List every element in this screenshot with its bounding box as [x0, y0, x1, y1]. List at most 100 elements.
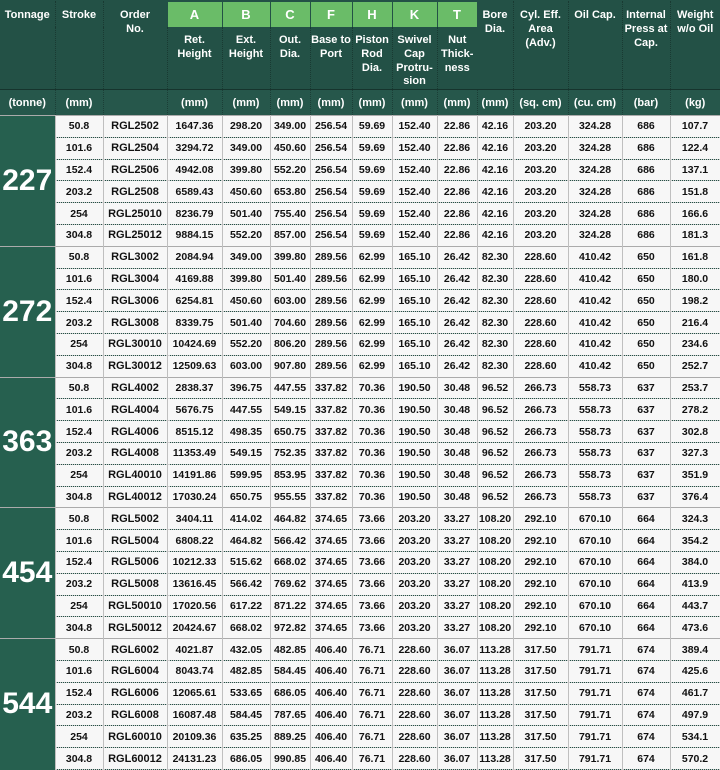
weight-cell: 497.9: [670, 704, 720, 727]
dim-f-base-to-port-cell: 289.56: [310, 245, 353, 269]
dim-a-ret-height-cell: 2838.37: [167, 376, 223, 400]
tonnage-group-cell: 544: [0, 638, 56, 770]
dim-a-ret-height-cell: 1647.36: [167, 115, 223, 138]
dim-t-nut-thickness-cell: 22.86: [437, 137, 478, 160]
bore-dia-cell: 113.28: [477, 725, 514, 749]
dim-b-ext-height-cell: 349.00: [222, 137, 271, 160]
dim-t-nut-thickness-cell: 26.42: [437, 333, 478, 356]
cyl-eff-area-cell: 317.50: [513, 704, 569, 727]
oil-cap-cell: 410.42: [568, 311, 623, 334]
weight-cell: 354.2: [670, 529, 720, 552]
weight-cell: 122.4: [670, 137, 720, 160]
dim-c-out-dia-cell: 686.05: [270, 682, 311, 705]
bore-dia-cell: 108.20: [477, 529, 514, 552]
dim-t-nut-thickness-cell: 36.07: [437, 747, 478, 770]
order-no-cell: RGL3002: [103, 245, 168, 269]
dim-c-out-dia-cell: 972.82: [270, 616, 311, 640]
stroke-cell: 254: [55, 595, 104, 618]
dim-c-out-dia-cell: 806.20: [270, 333, 311, 356]
internal-press-cell: 664: [622, 529, 671, 552]
dim-a-ret-height-cell: 14191.86: [167, 464, 223, 487]
oil-cap-cell: 791.71: [568, 747, 623, 770]
order-no-cell: RGL25012: [103, 224, 168, 247]
dim-c-out-dia-cell: 650.75: [270, 420, 311, 443]
weight-cell: 473.6: [670, 616, 720, 640]
oil-cap-cell: 410.42: [568, 245, 623, 269]
oil-cap-cell: 558.73: [568, 442, 623, 465]
table-row: 152.4 RGL4006 8515.12 498.35 650.75 337.82 70.…: [0, 420, 720, 443]
dim-c-out-dia-cell: 450.60: [270, 137, 311, 160]
weight-cell: 252.7: [670, 355, 720, 378]
dim-f-base-to-port-cell: 374.65: [310, 551, 353, 574]
oil-cap-cell: 791.71: [568, 682, 623, 705]
dim-h-piston-rod-dia-cell: 62.99: [352, 355, 393, 378]
dim-h-piston-rod-dia-cell: 59.69: [352, 137, 393, 160]
cyl-eff-area-cell: 317.50: [513, 660, 569, 683]
table-row: 544 50.8 RGL6002 4021.87 432.05 482.85 406.40 7…: [0, 638, 720, 770]
dim-c-out-dia-cell: 990.85: [270, 747, 311, 770]
dim-b-ext-height-cell: 414.02: [222, 507, 271, 531]
dim-b-ext-height-cell: 599.95: [222, 464, 271, 487]
table-row: 304.8 RGL60012 24131.23 686.05 990.85 406.40 7…: [0, 747, 720, 770]
dim-k-swivel-cap-protrusion-cell: 165.10: [392, 268, 438, 291]
order-no-cell: RGL30012: [103, 355, 168, 378]
order-no-cell: RGL5004: [103, 529, 168, 552]
dim-c-out-dia-cell: 549.15: [270, 398, 311, 422]
dim-k-swivel-cap-protrusion-cell: 228.60: [392, 660, 438, 683]
stroke-cell: 50.8: [55, 115, 104, 138]
bore-dia-cell: 113.28: [477, 682, 514, 705]
weight-cell: 181.3: [670, 224, 720, 247]
dim-b-ext-height-cell: 501.40: [222, 202, 271, 225]
dim-f-base-to-port-cell: 289.56: [310, 311, 353, 334]
dim-c-out-dia-cell: 857.00: [270, 224, 311, 247]
order-no-cell: RGL3008: [103, 311, 168, 334]
dim-h-piston-rod-dia-cell: 76.71: [352, 682, 393, 705]
unit-weight: (kg): [670, 89, 720, 116]
unit-order-no: [103, 89, 168, 116]
col-letter-k: K: [391, 0, 438, 27]
dim-t-nut-thickness-cell: 22.86: [437, 224, 478, 247]
dim-k-swivel-cap-protrusion-cell: 190.50: [392, 464, 438, 487]
dim-t-nut-thickness-cell: 26.42: [437, 245, 478, 269]
dim-b-ext-height-cell: 482.85: [222, 660, 271, 683]
stroke-cell: 203.2: [55, 704, 104, 727]
dim-h-piston-rod-dia-cell: 70.36: [352, 442, 393, 465]
weight-cell: 443.7: [670, 595, 720, 618]
cyl-eff-area-cell: 317.50: [513, 725, 569, 749]
internal-press-cell: 674: [622, 725, 671, 749]
unit-dim-t: (mm): [437, 89, 478, 116]
dim-c-out-dia-cell: 704.60: [270, 311, 311, 334]
bore-dia-cell: 82.30: [477, 333, 514, 356]
col-header-order-no: Order No.: [103, 1, 168, 90]
dim-f-base-to-port-cell: 374.65: [310, 573, 353, 596]
dim-a-ret-height-cell: 4942.08: [167, 159, 223, 182]
internal-press-cell: 650: [622, 289, 671, 313]
dim-a-ret-height-cell: 13616.45: [167, 573, 223, 596]
table-row: 254 RGL60010 20109.36 635.25 889.25 406.40 76.…: [0, 725, 720, 749]
internal-press-cell: 664: [622, 595, 671, 618]
dim-f-base-to-port-cell: 256.54: [310, 202, 353, 225]
table-row: 304.8 RGL30012 12509.63 603.00 907.80 289.56 6…: [0, 355, 720, 378]
col-desc-piston-rod-dia: Piston Rod Dia.: [352, 27, 393, 90]
cylinder-spec-table-page: Tonnage Stroke Order No. A B C F H K T B…: [0, 0, 720, 770]
weight-cell: 570.2: [670, 747, 720, 770]
internal-press-cell: 674: [622, 747, 671, 770]
spec-table: Tonnage Stroke Order No. A B C F H K T B…: [0, 0, 720, 770]
cyl-eff-area-cell: 317.50: [513, 638, 569, 661]
weight-cell: 166.6: [670, 202, 720, 225]
table-row: 203.2 RGL3008 8339.75 501.40 704.60 289.56 62.…: [0, 311, 720, 334]
table-row: 101.6 RGL3004 4169.88 399.80 501.40 289.56 62.…: [0, 268, 720, 291]
dim-c-out-dia-cell: 889.25: [270, 725, 311, 749]
dim-h-piston-rod-dia-cell: 70.36: [352, 376, 393, 400]
header-units-row: (tonne) (mm) (mm) (mm) (mm) (mm) (mm) (m…: [0, 89, 720, 116]
col-desc-out-dia: Out. Dia.: [270, 27, 311, 90]
dim-b-ext-height-cell: 399.80: [222, 268, 271, 291]
dim-h-piston-rod-dia-cell: 76.71: [352, 704, 393, 727]
unit-cyl-eff-area: (sq. cm): [513, 89, 569, 116]
dim-c-out-dia-cell: 653.80: [270, 180, 311, 204]
stroke-cell: 152.4: [55, 682, 104, 705]
stroke-cell: 304.8: [55, 224, 104, 247]
unit-dim-f: (mm): [310, 89, 353, 116]
dim-b-ext-height-cell: 668.02: [222, 616, 271, 640]
dim-h-piston-rod-dia-cell: 59.69: [352, 180, 393, 204]
